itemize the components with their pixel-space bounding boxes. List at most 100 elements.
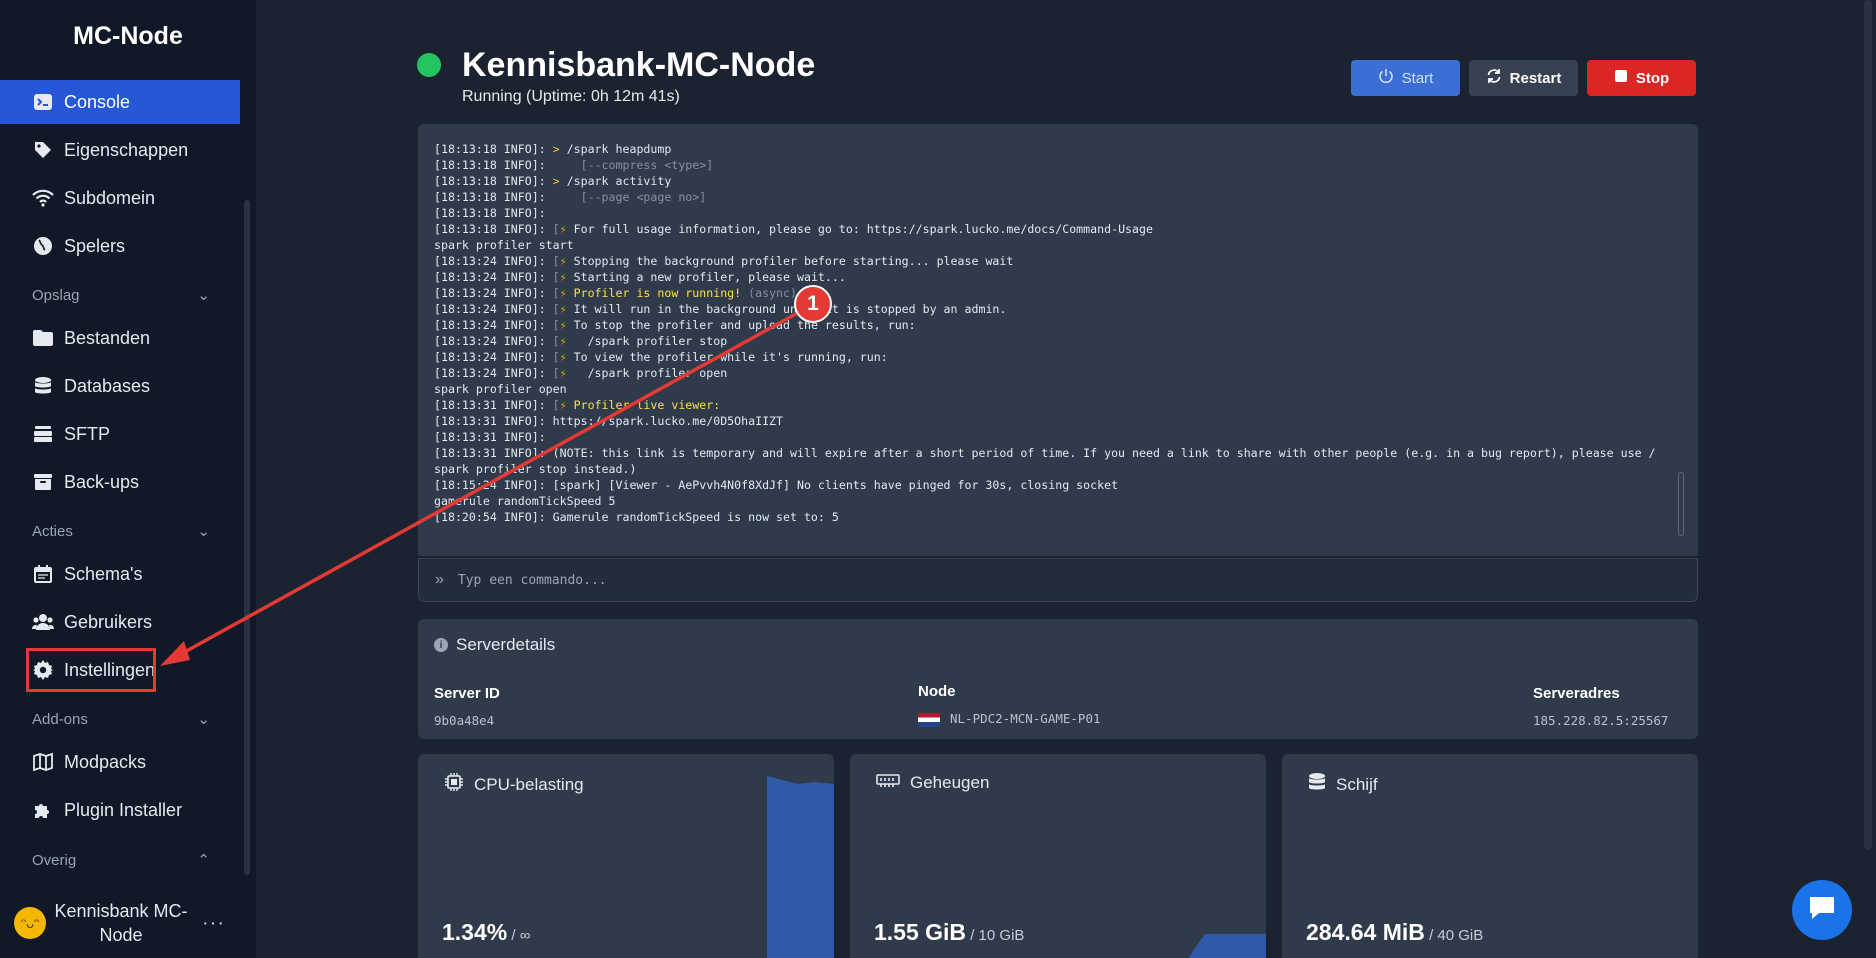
sidebar-item-gebruikers[interactable]: Gebruikers <box>0 600 240 644</box>
disk-card-heading: Schijf <box>1308 772 1378 797</box>
sidebar: MC-Node Console Eigenschappen Subdomein … <box>0 0 256 958</box>
console-text: [ <box>545 366 560 380</box>
folder-icon <box>32 327 54 349</box>
chat-button[interactable] <box>1792 880 1852 940</box>
console-scrollbar[interactable] <box>1678 472 1684 536</box>
console-line: [18:13:24 INFO]: [⚡ Starting a new profi… <box>434 269 1682 285</box>
disk-value: 284.64 MiB / 40 GiB <box>1306 919 1483 946</box>
stop-button[interactable]: Stop <box>1587 60 1696 96</box>
section-overig[interactable]: Overig ⌃ <box>32 848 210 872</box>
sidebar-item-eigenschappen[interactable]: Eigenschappen <box>0 128 240 172</box>
memory-card: Geheugen 1.55 GiB / 10 GiB <box>850 754 1266 958</box>
console-text: (NOTE: this link is temporary and will e… <box>545 446 1656 460</box>
console-text: [ <box>545 318 560 332</box>
console-output[interactable]: [18:13:18 INFO]: > /spark heapdump [18:13… <box>418 124 1698 556</box>
restart-button[interactable]: Restart <box>1469 60 1578 96</box>
netherlands-flag-icon <box>918 712 940 727</box>
node-name: NL-PDC2-MCN-GAME-P01 <box>950 711 1101 726</box>
chevrons-right-icon: » <box>435 571 444 588</box>
console-text: Profiler live viewer: <box>566 398 721 412</box>
console-line: spark profiler stop instead.) <box>434 461 1682 477</box>
cpu-card: CPU-belasting 1.34% / ∞ <box>418 754 834 958</box>
cpu-value: 1.34% / ∞ <box>442 919 530 946</box>
console-text: [ <box>545 302 560 316</box>
console-text: [ <box>545 222 560 236</box>
section-label: Acties <box>32 522 73 540</box>
annotation-badge: 1 <box>794 285 832 323</box>
page-scrollbar[interactable] <box>1864 0 1872 850</box>
console-timestamp: [18:13:18 INFO]: <box>434 222 546 236</box>
sidebar-item-databases[interactable]: Databases <box>0 364 240 408</box>
section-acties[interactable]: Acties ⌄ <box>32 519 210 543</box>
console-text: gamerule randomTickSpeed 5 <box>434 494 616 508</box>
sidebar-item-schemas[interactable]: Schema's <box>0 552 240 596</box>
cpu-card-heading: CPU-belasting <box>444 772 584 797</box>
server-id-label: Server ID <box>434 685 500 702</box>
console-text: Profiler is now running! <box>566 286 742 300</box>
console-timestamp: [18:13:18 INFO]: <box>434 174 546 188</box>
section-opslag[interactable]: Opslag ⌄ <box>32 283 210 307</box>
memory-card-heading: Geheugen <box>876 772 989 793</box>
sidebar-item-bestanden[interactable]: Bestanden <box>0 316 240 360</box>
console-text: To stop the profiler and upload the resu… <box>566 318 916 332</box>
console-line: [18:13:24 INFO]: [⚡ /spark profiler stop <box>434 333 1682 349</box>
sidebar-item-plugin-installer[interactable]: Plugin Installer <box>0 788 240 832</box>
sidebar-item-console[interactable]: Console <box>0 80 240 124</box>
console-text: > <box>545 174 567 188</box>
console-timestamp: [18:13:18 INFO]: <box>434 190 546 204</box>
server-details-panel: i Serverdetails Server ID 9b0a48e4 Node … <box>418 619 1698 739</box>
console-timestamp: [18:13:18 INFO]: <box>434 206 546 220</box>
console-text: ⚡ <box>559 350 567 364</box>
sidebar-item-sftp[interactable]: SFTP <box>0 412 240 456</box>
more-icon[interactable]: ··· <box>202 912 225 935</box>
sidebar-scrollbar[interactable] <box>244 200 250 875</box>
disk-card-label: Schijf <box>1336 774 1378 794</box>
chat-icon <box>1807 894 1837 927</box>
chip-icon <box>444 772 464 797</box>
console-timestamp: [18:13:31 INFO]: <box>434 446 546 460</box>
restart-button-label: Restart <box>1509 69 1562 87</box>
console-line: [18:20:54 INFO]: Gamerule randomTickSpee… <box>434 509 1682 525</box>
user-menu[interactable]: ᵔᴗᵔ Kennisbank MC-Node ··· <box>14 896 250 950</box>
command-bar[interactable]: » <box>418 558 1698 602</box>
gear-icon <box>32 659 54 681</box>
sidebar-item-spelers[interactable]: Spelers <box>0 224 240 268</box>
sidebar-item-subdomein[interactable]: Subdomein <box>0 176 240 220</box>
sidebar-item-back-ups[interactable]: Back-ups <box>0 460 240 504</box>
sidebar-item-modpacks[interactable]: Modpacks <box>0 740 240 784</box>
avatar: ᵔᴗᵔ <box>14 907 46 939</box>
console-line: [18:13:18 INFO]: [--page <page no>] <box>434 189 1682 205</box>
node-value: NL-PDC2-MCN-GAME-P01 <box>918 711 1101 727</box>
sidebar-item-instellingen[interactable]: Instellingen <box>26 648 156 692</box>
command-input[interactable] <box>457 572 1658 588</box>
sidebar-item-label: Eigenschappen <box>64 139 189 160</box>
start-button-label: Start <box>1401 69 1434 87</box>
refresh-icon <box>1486 68 1502 88</box>
disk-limit: / 40 GiB <box>1424 927 1484 944</box>
console-timestamp: [18:13:24 INFO]: <box>434 366 546 380</box>
node-label: Node <box>918 683 956 700</box>
console-text: It will run in the background until it i… <box>566 302 1007 316</box>
console-line: [18:13:18 INFO]: > /spark activity <box>434 173 1682 189</box>
console-timestamp: [18:15:24 INFO]: <box>434 478 546 492</box>
section-add-ons[interactable]: Add-ons ⌄ <box>32 707 210 731</box>
globe-icon <box>32 235 54 257</box>
stop-icon <box>1614 69 1628 87</box>
address-value: 185.228.82.5:25567 <box>1533 713 1669 728</box>
cpu-card-label: CPU-belasting <box>474 774 584 794</box>
console-text: [ <box>545 286 560 300</box>
puzzle-icon <box>32 799 54 821</box>
console-text: [--page <box>545 190 637 204</box>
console-line: [18:13:18 INFO]: <box>434 205 1682 221</box>
console-text: ⚡ <box>559 286 567 300</box>
console-timestamp: [18:13:18 INFO]: <box>434 158 546 172</box>
console-timestamp: [18:13:31 INFO]: <box>434 398 546 412</box>
terminal-icon <box>32 91 54 113</box>
sidebar-item-label: Bestanden <box>64 327 151 348</box>
info-icon: i <box>434 638 448 652</box>
start-button[interactable]: Start <box>1351 60 1460 96</box>
console-line: [18:13:18 INFO]: [--compress <type>] <box>434 157 1682 173</box>
console-timestamp: [18:13:24 INFO]: <box>434 350 546 364</box>
server-icon <box>32 423 54 445</box>
console-text: ⚡ <box>559 270 567 284</box>
